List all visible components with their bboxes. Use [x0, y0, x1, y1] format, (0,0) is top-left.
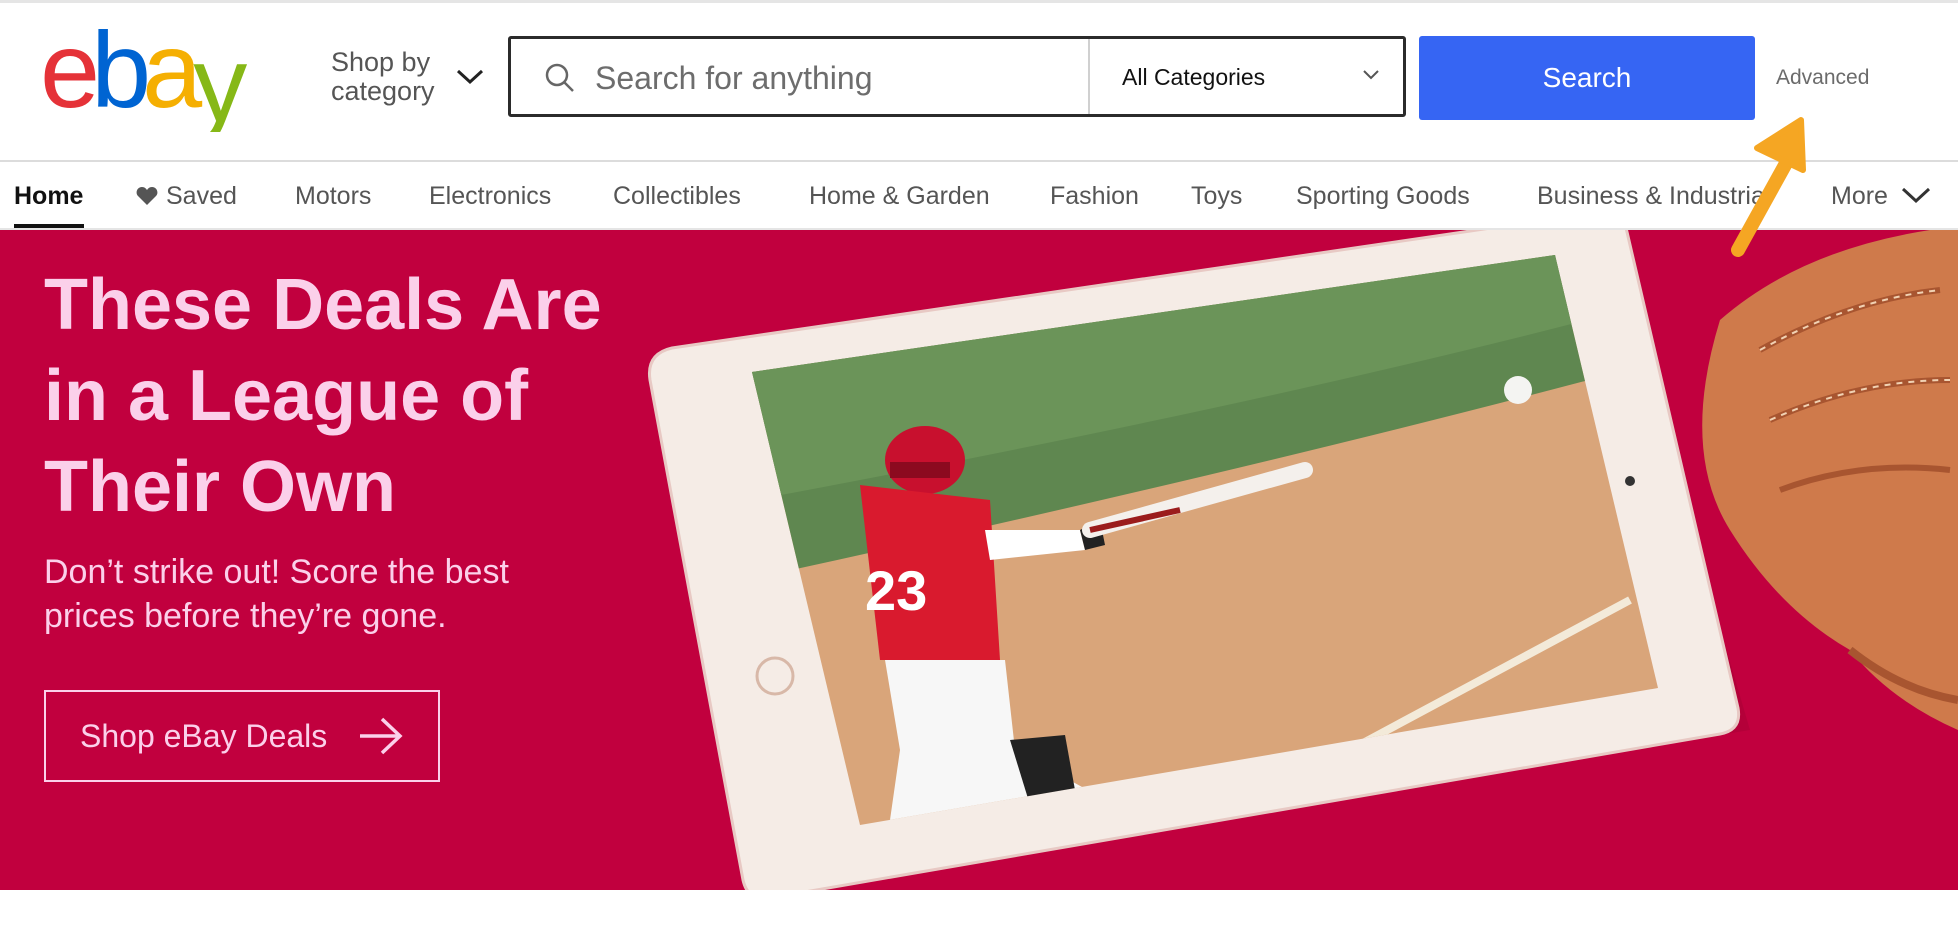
hero-title: These Deals Are in a League of Their Own: [44, 265, 602, 527]
shop-by-category-label: Shop by category: [331, 47, 435, 106]
search-icon: [545, 63, 574, 92]
nav-item-electronics[interactable]: Electronics: [429, 182, 551, 211]
nav-item-more-label: More: [1831, 182, 1888, 210]
shop-by-category-button[interactable]: Shop by category: [331, 48, 491, 112]
ebay-logo[interactable]: ebay: [40, 22, 280, 132]
nav-item-toys[interactable]: Toys: [1191, 182, 1242, 211]
nav-item-home[interactable]: Home: [14, 182, 83, 211]
nav-item-saved-label: Saved: [166, 182, 237, 210]
nav-item-home-garden[interactable]: Home & Garden: [809, 182, 990, 211]
search-button[interactable]: Search: [1419, 36, 1755, 120]
chevron-down-icon: [1901, 187, 1930, 204]
nav-item-more[interactable]: More: [1831, 182, 1931, 211]
search-bar: All Categories: [508, 36, 1406, 117]
heart-icon: [136, 187, 158, 205]
tablet-image: 23: [647, 230, 1741, 890]
chevron-down-icon: [456, 69, 484, 85]
logo-text: ebay: [40, 22, 247, 132]
nav-item-sporting-goods[interactable]: Sporting Goods: [1296, 182, 1470, 211]
nav-item-business-industrial[interactable]: Business & Industrial: [1537, 182, 1770, 211]
search-input[interactable]: [593, 47, 1077, 109]
arrow-right-icon: [360, 717, 403, 755]
hero-subtitle: Don’t strike out! Score the best prices …: [44, 553, 509, 635]
category-select-value: All Categories: [1122, 64, 1266, 90]
shop-deals-label: Shop eBay Deals: [80, 718, 328, 754]
chevron-down-icon: [1363, 70, 1379, 80]
baseball-glove-image: [1702, 230, 1958, 730]
shop-deals-button[interactable]: Shop eBay Deals: [44, 690, 440, 782]
nav-item-motors[interactable]: Motors: [295, 182, 371, 211]
nav-item-collectibles[interactable]: Collectibles: [613, 182, 741, 211]
player-number: 23: [865, 559, 927, 622]
advanced-search-link[interactable]: Advanced: [1776, 66, 1869, 90]
top-border: [0, 0, 1958, 3]
category-nav: Home Saved Motors Electronics Collectibl…: [0, 162, 1958, 229]
category-select[interactable]: All Categories: [1090, 39, 1403, 114]
nav-item-fashion[interactable]: Fashion: [1050, 182, 1139, 211]
hero-banner: 23 These Deals Are in a League of Their …: [0, 230, 1958, 890]
nav-item-saved[interactable]: Saved: [136, 182, 237, 211]
